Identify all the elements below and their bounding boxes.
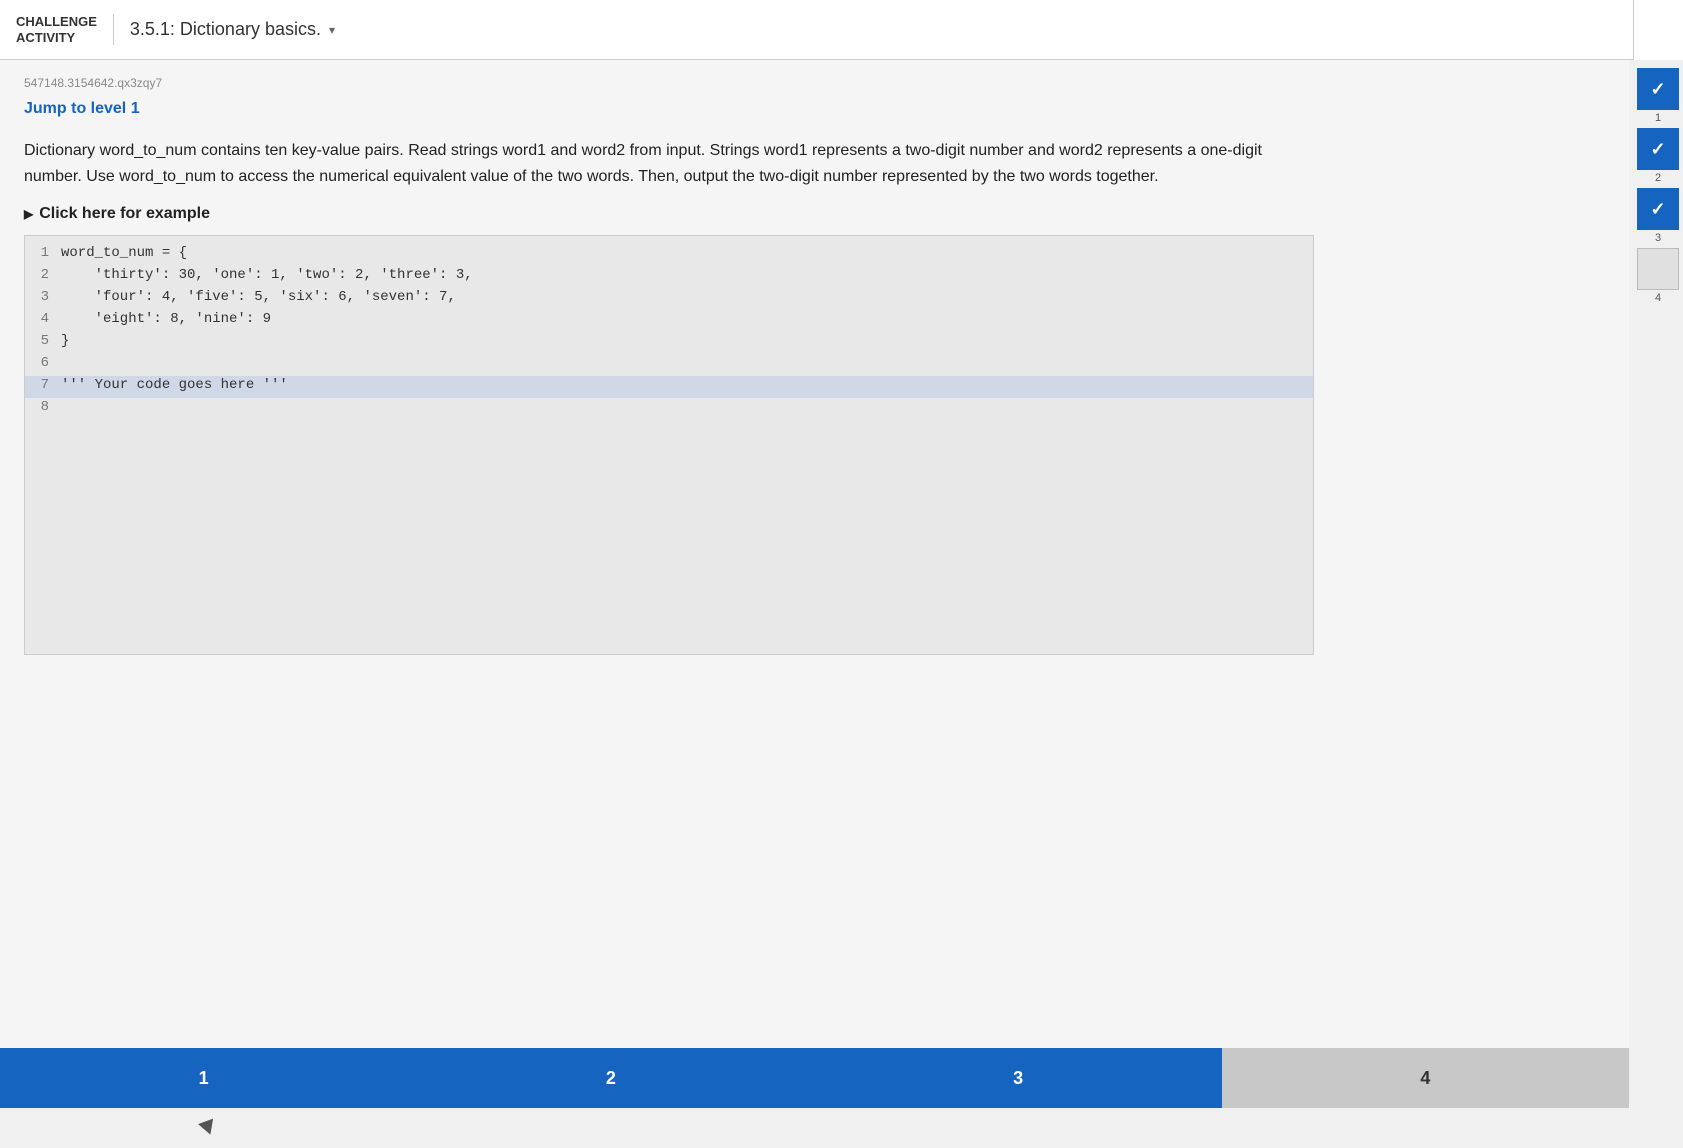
sidebar-label-2: 2 <box>1655 172 1661 184</box>
sidebar-check-2[interactable]: ✓ <box>1637 128 1679 170</box>
sidebar-item-1: ✓ 1 <box>1637 68 1679 124</box>
jump-to-level-link[interactable]: Jump to level 1 <box>24 100 1605 118</box>
line-num-5: 5 <box>25 333 61 349</box>
line-num-6: 6 <box>25 355 61 371</box>
sidebar-item-2: ✓ 2 <box>1637 128 1679 184</box>
line-content-1: word_to_num = { <box>61 245 1313 261</box>
challenge-line1: CHALLENGE <box>16 14 97 30</box>
sidebar-label-4: 4 <box>1655 292 1661 304</box>
right-sidebar: ✓ 1 ✓ 2 ✓ 3 4 <box>1633 60 1683 312</box>
header: CHALLENGE ACTIVITY 3.5.1: Dictionary bas… <box>0 0 1683 60</box>
header-right-corner <box>1633 0 1683 60</box>
tab-3[interactable]: 3 <box>815 1048 1222 1108</box>
tab-1[interactable]: 1 <box>0 1048 407 1108</box>
sidebar-check-3[interactable]: ✓ <box>1637 188 1679 230</box>
cursor-icon <box>198 1119 218 1138</box>
activity-id: 547148.3154642.qx3zqy7 <box>24 76 1605 90</box>
main-content: 547148.3154642.qx3zqy7 Jump to level 1 D… <box>0 60 1629 1048</box>
sidebar-check-1[interactable]: ✓ <box>1637 68 1679 110</box>
line-content-5: } <box>61 333 1313 349</box>
dropdown-icon[interactable]: ▾ <box>329 23 335 37</box>
header-title: 3.5.1: Dictionary basics. ▾ <box>130 19 335 40</box>
line-num-1: 1 <box>25 245 61 261</box>
challenge-line2: ACTIVITY <box>16 30 97 46</box>
sidebar-item-4: 4 <box>1637 248 1679 304</box>
sidebar-item-3: ✓ 3 <box>1637 188 1679 244</box>
line-num-7: 7 <box>25 377 61 393</box>
line-content-2: 'thirty': 30, 'one': 1, 'two': 2, 'three… <box>61 267 1313 283</box>
code-line-8: 8 <box>25 398 1313 420</box>
line-content-7: ''' Your code goes here ''' <box>61 377 1313 393</box>
activity-description: Dictionary word_to_num contains ten key-… <box>24 138 1294 189</box>
challenge-label: CHALLENGE ACTIVITY <box>16 14 114 45</box>
code-line-3: 3 'four': 4, 'five': 5, 'six': 6, 'seven… <box>25 288 1313 310</box>
line-content-4: 'eight': 8, 'nine': 9 <box>61 311 1313 327</box>
code-editor[interactable]: 1 word_to_num = { 2 'thirty': 30, 'one':… <box>24 235 1314 655</box>
tab-2[interactable]: 2 <box>407 1048 814 1108</box>
sidebar-label-3: 3 <box>1655 232 1661 244</box>
code-line-5: 5 } <box>25 332 1313 354</box>
sidebar-check-4[interactable] <box>1637 248 1679 290</box>
click-example-toggle[interactable]: Click here for example <box>24 205 1605 223</box>
code-line-4: 4 'eight': 8, 'nine': 9 <box>25 310 1313 332</box>
line-num-8: 8 <box>25 399 61 415</box>
line-num-4: 4 <box>25 311 61 327</box>
code-line-6: 6 <box>25 354 1313 376</box>
code-line-7[interactable]: 7 ''' Your code goes here ''' <box>25 376 1313 398</box>
bottom-tabs: 1 2 3 4 <box>0 1048 1629 1108</box>
sidebar-label-1: 1 <box>1655 112 1661 124</box>
code-line-2: 2 'thirty': 30, 'one': 1, 'two': 2, 'thr… <box>25 266 1313 288</box>
title-text: 3.5.1: Dictionary basics. <box>130 19 321 40</box>
cursor-area <box>0 1108 1683 1148</box>
tab-4[interactable]: 4 <box>1222 1048 1629 1108</box>
line-content-3: 'four': 4, 'five': 5, 'six': 6, 'seven':… <box>61 289 1313 305</box>
code-line-1: 1 word_to_num = { <box>25 244 1313 266</box>
line-num-2: 2 <box>25 267 61 283</box>
line-num-3: 3 <box>25 289 61 305</box>
